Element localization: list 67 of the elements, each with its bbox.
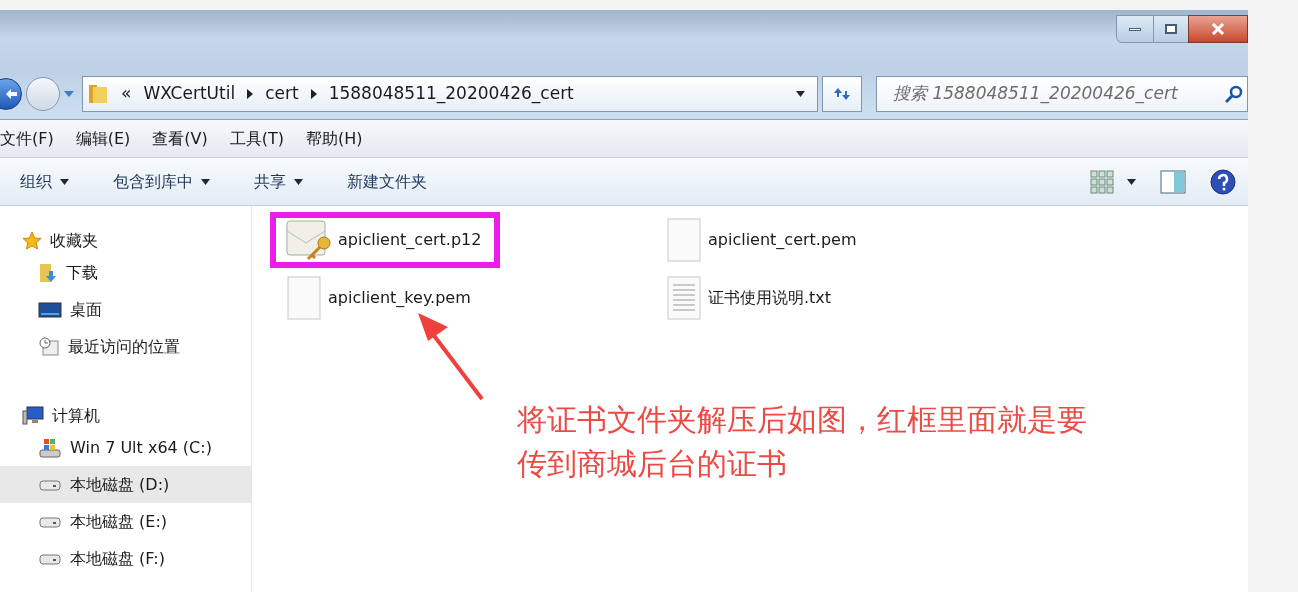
computer-icon: [22, 406, 44, 426]
star-icon: [22, 231, 42, 251]
path-overflow[interactable]: «: [121, 80, 132, 107]
annotation-text: 将证书文件夹解压后如图，红框里面就是要: [517, 401, 1087, 439]
sidebar-group[interactable]: 计算机: [0, 403, 251, 429]
desktop-icon: [38, 300, 62, 319]
toolbar-button[interactable]: 组织: [20, 169, 69, 194]
address-field[interactable]: « WXCertUtil cert 1588048511_20200426_cert: [82, 75, 818, 112]
breadcrumb-item[interactable]: 1588048511_20200426_cert: [328, 80, 574, 107]
menu-item[interactable]: 工具(T): [229, 126, 284, 151]
sidebar-item[interactable]: 桌面: [0, 291, 251, 328]
search-input[interactable]: 搜索 1588048511_20200426_cert: [893, 80, 1225, 107]
file-item[interactable]: apiclient_key.pem: [270, 270, 500, 326]
certificate-key-icon: [284, 217, 334, 263]
caret-icon: [1127, 178, 1136, 185]
chevron-right-icon: [310, 88, 317, 99]
breadcrumb-item[interactable]: cert: [265, 80, 299, 107]
sidebar-item[interactable]: 本地磁盘 (F:): [0, 540, 251, 577]
blank-file-icon: [284, 275, 324, 321]
help-icon: [1210, 168, 1236, 195]
menu-item[interactable]: 帮助(H): [306, 126, 363, 151]
search-icon: [1225, 84, 1243, 103]
drive-icon: [38, 514, 62, 529]
close-icon: [1211, 23, 1225, 35]
minimize-button[interactable]: [1116, 15, 1154, 43]
close-button[interactable]: [1188, 15, 1248, 43]
search-field[interactable]: 搜索 1588048511_20200426_cert: [876, 75, 1248, 112]
sidebar-item[interactable]: Win 7 Ult x64 (C:): [0, 429, 251, 466]
caret-icon: [201, 178, 210, 185]
file-item[interactable]: apiclient_cert.pem: [650, 212, 880, 268]
grid-view-icon: [1089, 168, 1115, 195]
view-options-button[interactable]: [1089, 168, 1136, 195]
sidebar-group[interactable]: 收藏夹: [0, 228, 251, 254]
caret-icon: [60, 178, 69, 185]
toolbar-button[interactable]: 共享: [254, 169, 303, 194]
menu-item[interactable]: 文件(F): [0, 126, 54, 151]
sidebar-item[interactable]: 本地磁盘 (E:): [0, 503, 251, 540]
folder-download-icon: [38, 261, 58, 284]
caret-icon: [796, 90, 805, 97]
history-caret-icon: [64, 89, 74, 98]
annotation-text: 传到商城后台的证书: [517, 445, 788, 483]
toolbar-button[interactable]: 新建文件夹: [347, 169, 427, 194]
file-item[interactable]: apiclient_cert.p12: [270, 212, 500, 268]
back-button[interactable]: [0, 77, 22, 110]
menu-item[interactable]: 编辑(E): [75, 126, 131, 151]
menu-item[interactable]: 查看(V): [152, 126, 208, 151]
sidebar-item[interactable]: 下载: [0, 254, 251, 291]
drive-icon: [38, 551, 62, 566]
preview-pane-icon: [1160, 169, 1186, 194]
back-arrow-icon: [5, 87, 17, 100]
help-button[interactable]: [1210, 168, 1236, 195]
refresh-button[interactable]: [822, 75, 862, 112]
group-label: 计算机: [52, 405, 100, 427]
file-item[interactable]: 证书使用说明.txt: [650, 270, 880, 326]
breadcrumb-item[interactable]: WXCertUtil: [143, 80, 236, 107]
caret-icon: [294, 178, 303, 185]
sidebar-item[interactable]: 本地磁盘 (D:): [0, 466, 251, 503]
group-label: 收藏夹: [50, 230, 98, 252]
maximize-button[interactable]: [1154, 15, 1188, 43]
toolbar-button[interactable]: 包含到库中: [113, 169, 210, 194]
chevron-right-icon: [247, 88, 254, 99]
blank-file-icon: [664, 217, 704, 263]
sidebar-item[interactable]: 最近访问的位置: [0, 328, 251, 365]
text-file-icon: [664, 275, 704, 321]
drive-icon: [38, 477, 62, 492]
system-drive-icon: [38, 436, 62, 459]
recent-places-icon: [38, 336, 60, 357]
